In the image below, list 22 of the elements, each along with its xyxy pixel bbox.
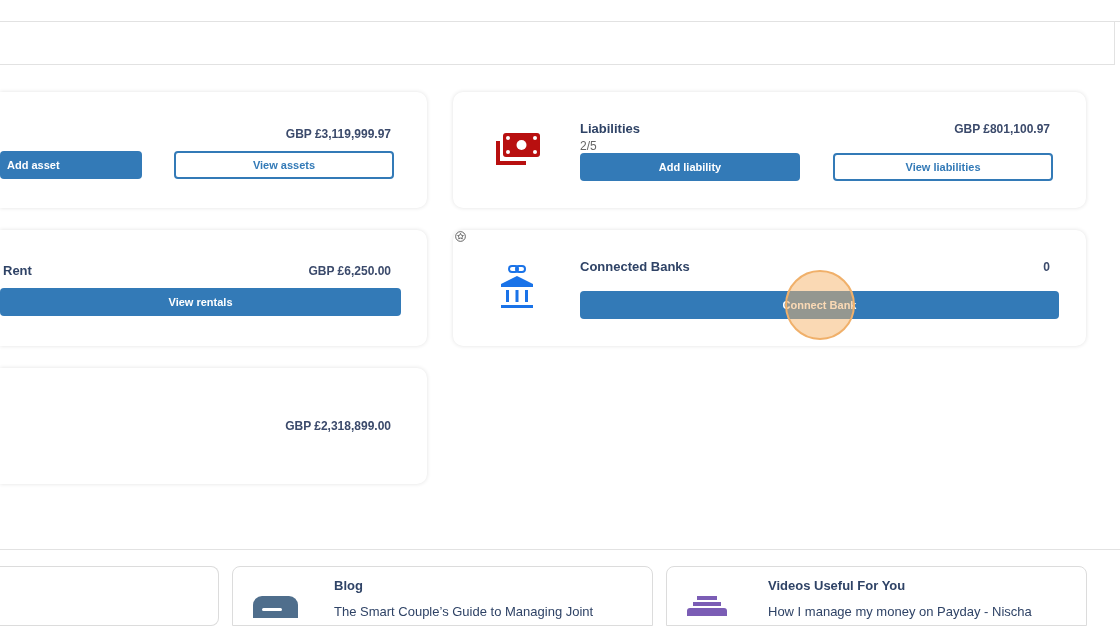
- outline-button[interactable]: View assets: [174, 151, 394, 180]
- card-title: Connected Banks: [580, 258, 690, 277]
- card-title: Liabilities: [580, 120, 640, 139]
- amount-text: GBP £3,119,999.97: [285, 126, 392, 144]
- resource-link[interactable]: The Smart Couple’s Guide to Managing Joint: [334, 601, 594, 621]
- stack-icon: [687, 596, 727, 616]
- document-icon: [253, 596, 298, 618]
- solid-button[interactable]: Add liability: [580, 152, 800, 181]
- amount-text: GBP £2,318,899.00: [285, 418, 392, 436]
- solid-button[interactable]: View rentals: [0, 288, 401, 317]
- resource-link[interactable]: How I manage my money on Payday - Nischa: [768, 601, 1032, 621]
- outline-button[interactable]: View liabilities: [833, 152, 1053, 181]
- resource-title: Videos Useful For You: [768, 577, 907, 595]
- banknotes-icon: [493, 133, 540, 168]
- resource-title: Blog: [334, 577, 364, 595]
- card-title: Rent: [2, 262, 32, 281]
- solid-button[interactable]: Add asset: [0, 151, 142, 180]
- amount-text: GBP £801,100.97: [954, 121, 1051, 139]
- amount-text: GBP £6,250.00: [308, 263, 392, 281]
- star-icon[interactable]: [455, 231, 466, 243]
- amount-text: 0: [1043, 259, 1051, 277]
- count-text: 2/5: [580, 138, 598, 153]
